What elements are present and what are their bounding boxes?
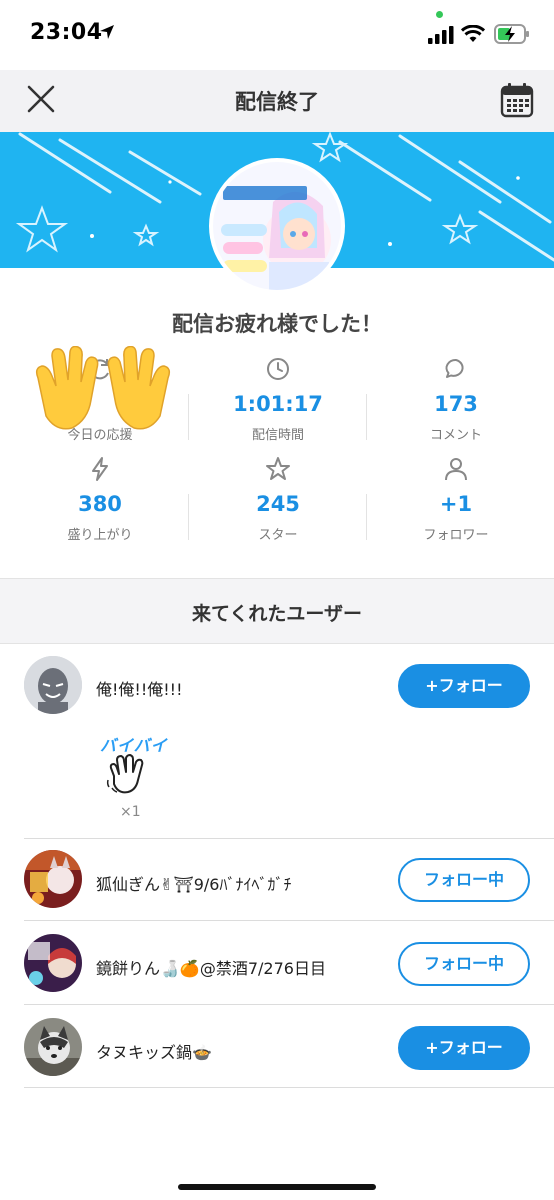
- stat-excitement: 380 盛り上がり: [10, 456, 190, 543]
- stat-comments-value: 173: [434, 392, 478, 416]
- status-time: 23:04: [30, 20, 103, 45]
- calendar-icon[interactable]: [500, 82, 534, 118]
- clock-icon: [267, 358, 289, 380]
- user-row[interactable]: 鏡餅りん🍶🍊@禁酒7/276日目 フォロー中: [0, 934, 554, 1004]
- follow-button[interactable]: +フォロー: [398, 1026, 530, 1070]
- status-bar: 23:04: [0, 0, 554, 70]
- visitors-section-header: 来てくれたユーザー: [0, 578, 554, 644]
- follow-button[interactable]: +フォロー: [398, 664, 530, 708]
- avatar[interactable]: [24, 850, 82, 908]
- avatar[interactable]: [24, 1018, 82, 1076]
- stat-followers-label: フォロワー: [423, 528, 489, 543]
- waving-hand-icon: [106, 754, 144, 794]
- privacy-indicator: [436, 11, 443, 18]
- stat-followers: +1 フォロワー: [366, 456, 546, 543]
- page-title: 配信終了: [235, 90, 319, 114]
- lightning-icon: [92, 457, 108, 481]
- user-row[interactable]: 俺!俺!!俺!!! +フォロー: [0, 656, 554, 840]
- row-divider: [24, 838, 554, 839]
- signal-icon: [428, 26, 454, 44]
- battery-charging-icon: [494, 24, 529, 44]
- chat-bubble-icon: [445, 359, 464, 378]
- stat-duration-value: 1:01:17: [233, 392, 323, 416]
- gift-count: ×1: [120, 804, 141, 820]
- wifi-icon: [461, 25, 485, 42]
- thanks-message: 配信お疲れ様でした！: [172, 312, 382, 336]
- person-icon: [445, 458, 467, 481]
- stat-duration: 1:01:17 配信時間: [188, 356, 368, 443]
- stat-comments-label: コメント: [429, 428, 482, 443]
- stat-followers-value: +1: [439, 492, 473, 516]
- user-name: 鏡餅りん🍶🍊@禁酒7/276日目: [96, 959, 326, 978]
- streamer-avatar: [209, 158, 345, 294]
- following-button[interactable]: フォロー中: [398, 858, 530, 902]
- row-divider: [24, 1004, 554, 1005]
- user-row[interactable]: 狐仙ぎん✌⛩9/6ﾊﾞﾅｲﾍﾞｶﾞﾁ フォロー中: [0, 850, 554, 920]
- star-icon: [266, 457, 290, 480]
- row-divider: [24, 920, 554, 921]
- following-button[interactable]: フォロー中: [398, 942, 530, 986]
- avatar[interactable]: [24, 656, 82, 714]
- row-divider: [24, 1087, 554, 1088]
- stat-duration-label: 配信時間: [251, 428, 304, 443]
- location-arrow-icon: [100, 25, 114, 39]
- user-name: 俺!俺!!俺!!!: [96, 680, 183, 699]
- stat-excitement-value: 380: [78, 492, 122, 516]
- user-name: 狐仙ぎん✌⛩9/6ﾊﾞﾅｲﾍﾞｶﾞﾁ: [96, 875, 292, 894]
- gift-label: バイバイ: [100, 736, 168, 755]
- raised-hands-icon: [35, 346, 171, 430]
- stat-stars-label: スター: [258, 528, 298, 543]
- stat-stars: 245 スター: [188, 456, 368, 543]
- home-indicator[interactable]: [178, 1184, 376, 1190]
- stat-comments: 173 コメント: [366, 356, 546, 443]
- header-bar: 配信終了: [0, 70, 554, 132]
- avatar[interactable]: [24, 934, 82, 992]
- user-row[interactable]: タヌキッズ鍋🍲 +フォロー: [0, 1018, 554, 1088]
- stat-stars-value: 245: [256, 492, 300, 516]
- stat-excitement-label: 盛り上がり: [67, 528, 133, 543]
- section-title: 来てくれたユーザー: [191, 603, 363, 625]
- user-name: タヌキッズ鍋🍲: [96, 1043, 212, 1062]
